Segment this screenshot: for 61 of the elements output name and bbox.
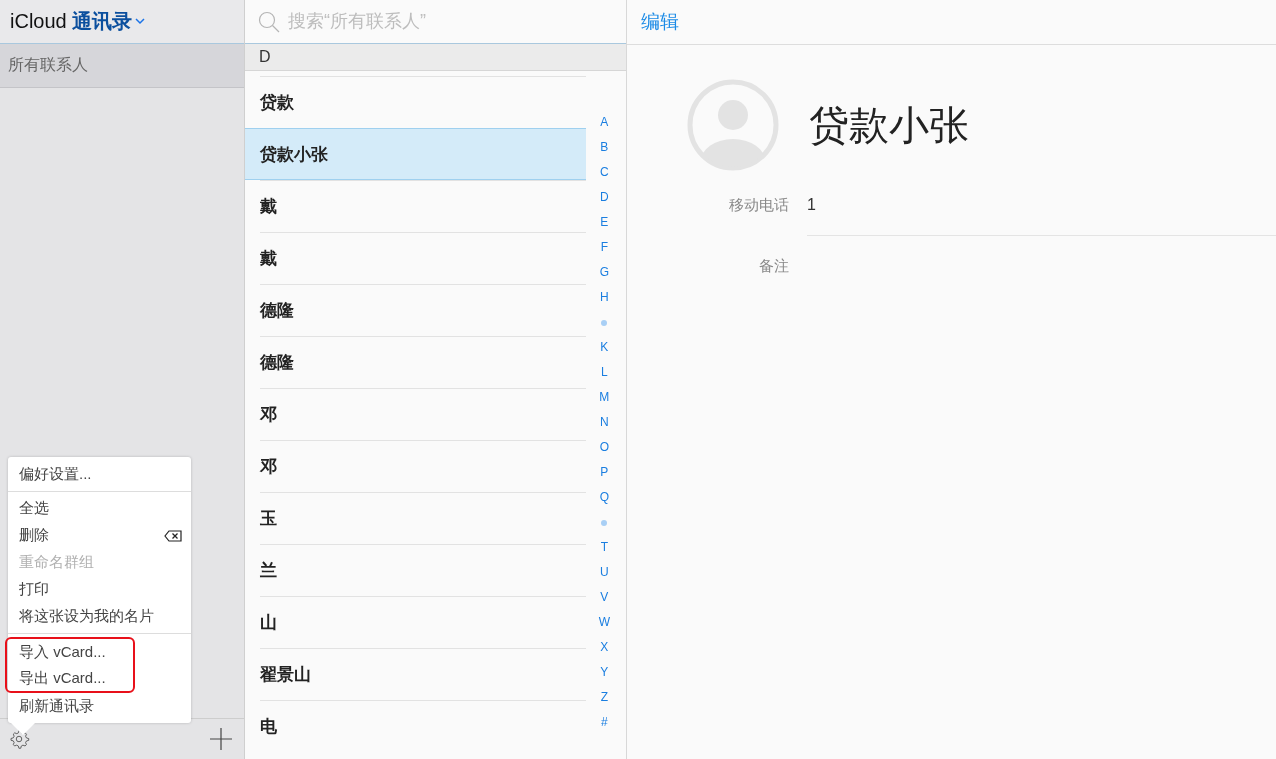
index-letter[interactable]: V	[600, 585, 609, 610]
menu-item[interactable]: 将这张设为我的名片	[8, 603, 191, 630]
contact-row[interactable]: 贷款小张	[245, 128, 586, 180]
contact-row[interactable]: 山	[260, 596, 586, 648]
contact-name: 贷款小张	[809, 101, 969, 149]
index-letter[interactable]: F	[600, 235, 608, 260]
contact-row[interactable]: 德隆	[260, 284, 586, 336]
index-letter[interactable]: M	[599, 385, 610, 410]
field-label: 移动电话	[728, 195, 789, 215]
index-letter[interactable]: X	[600, 635, 609, 660]
index-letter[interactable]: D	[600, 185, 609, 210]
index-letter[interactable]: N	[600, 410, 609, 435]
index-letter[interactable]: C	[600, 160, 609, 185]
account-label: iCloud	[10, 10, 67, 33]
group-item[interactable]: 所有联系人	[0, 44, 244, 88]
index-letter[interactable]: L	[601, 360, 608, 385]
index-letter[interactable]: H	[600, 285, 609, 310]
contact-row[interactable]: 德隆	[260, 336, 586, 388]
index-letter[interactable]: W	[598, 610, 610, 635]
index-letter[interactable]: A	[600, 110, 609, 135]
delete-key-icon	[164, 529, 182, 542]
menu-item[interactable]: 刷新通讯录	[8, 693, 191, 720]
contact-row[interactable]: 戴	[260, 180, 586, 232]
index-letter[interactable]: Q	[599, 485, 609, 510]
menu-item[interactable]: 导入 vCard...	[7, 639, 133, 665]
search-icon	[258, 10, 280, 33]
address-book-dropdown[interactable]: 通讯录	[71, 8, 145, 35]
section-header: D	[245, 44, 626, 71]
index-letter[interactable]: P	[600, 460, 609, 485]
contact-row[interactable]: 戴	[260, 232, 586, 284]
add-icon[interactable]	[210, 728, 232, 750]
avatar-icon	[687, 79, 779, 171]
index-letter[interactable]: Y	[600, 660, 609, 685]
index-letter[interactable]: K	[600, 335, 609, 360]
index-letter[interactable]: #	[601, 710, 608, 735]
index-letter[interactable]: E	[600, 210, 609, 235]
menu-item[interactable]: 导出 vCard...	[7, 665, 133, 691]
contact-row[interactable]: 邓	[260, 388, 586, 440]
index-letter[interactable]: B	[600, 135, 609, 160]
field-value: 1	[807, 196, 816, 214]
index-letter[interactable]: U	[600, 560, 609, 585]
index-dot[interactable]	[601, 319, 608, 326]
search-field[interactable]: 搜索“所有联系人”	[286, 10, 590, 33]
index-dot[interactable]	[601, 519, 608, 526]
index-letter[interactable]: O	[599, 435, 609, 460]
index-letter[interactable]: T	[600, 535, 608, 560]
edit-button[interactable]: 编辑	[641, 9, 679, 35]
menu-item[interactable]: 删除	[8, 522, 191, 549]
index-letter[interactable]: G	[599, 260, 609, 285]
chevron-icon	[134, 18, 145, 25]
index-letter[interactable]: Z	[600, 685, 608, 710]
field-label: 备注	[758, 256, 789, 276]
contact-row[interactable]: 翟景山	[260, 648, 586, 700]
menu-item[interactable]: 全选	[8, 495, 191, 522]
contact-row[interactable]: 电	[260, 700, 586, 752]
menu-item[interactable]: 打印	[8, 576, 191, 603]
menu-item[interactable]: 偏好设置...	[8, 461, 191, 488]
settings-icon[interactable]	[8, 728, 30, 750]
contact-row[interactable]: 玉	[260, 492, 586, 544]
contact-row[interactable]: 兰	[260, 544, 586, 596]
contact-row[interactable]: 邓	[260, 440, 586, 492]
